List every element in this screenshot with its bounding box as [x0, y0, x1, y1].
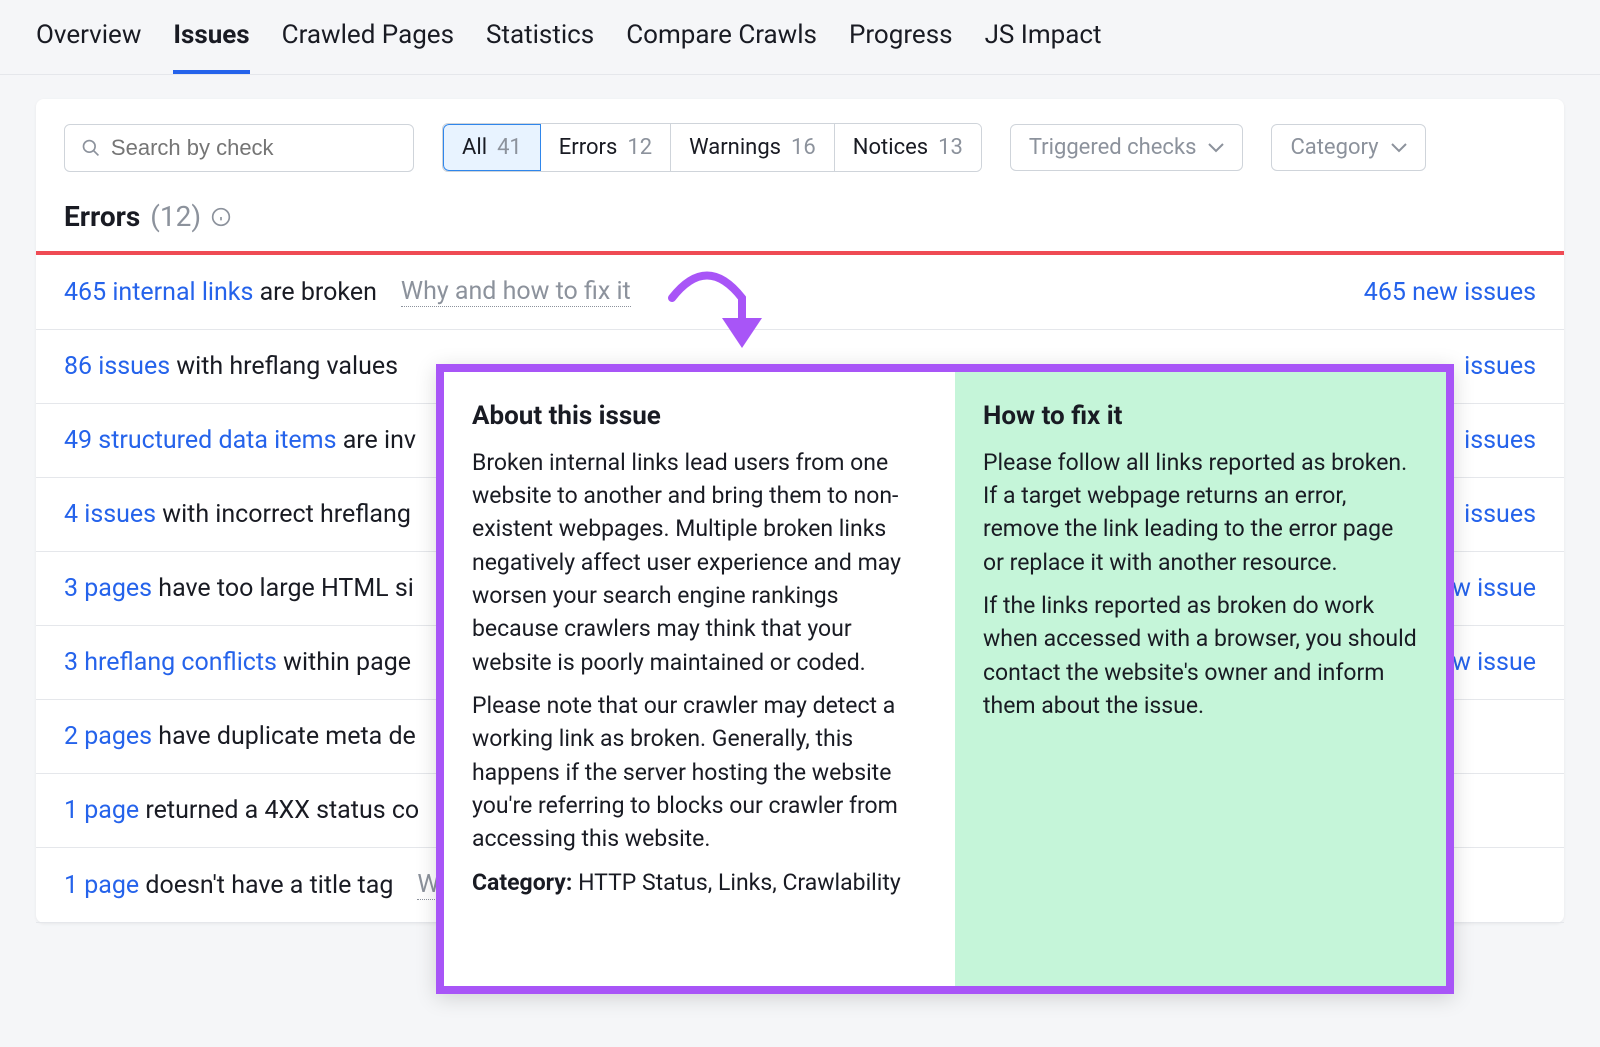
tab-overview[interactable]: Overview [36, 20, 141, 74]
filter-errors-count: 12 [627, 135, 652, 160]
filter-all-label: All [462, 135, 487, 160]
filter-errors[interactable]: Errors 12 [541, 124, 671, 171]
issue-link[interactable]: 3 hreflang conflicts [64, 648, 277, 677]
category-label: Category: [472, 869, 572, 896]
section-count: (12) [150, 200, 201, 233]
filter-notices-label: Notices [853, 135, 928, 160]
triggered-checks-dropdown[interactable]: Triggered checks [1010, 124, 1244, 171]
filter-all-count: 41 [497, 135, 522, 160]
issue-link[interactable]: 2 pages [64, 722, 152, 751]
issue-link[interactable]: 465 internal links [64, 278, 253, 307]
issue-description: 49 structured data items are inv [64, 426, 416, 455]
howtofix-title: How to fix it [983, 398, 1418, 436]
search-container [64, 124, 414, 172]
about-text-2: Please note that our crawler may detect … [472, 689, 927, 856]
filter-errors-label: Errors [559, 135, 618, 160]
issue-description: 4 issues with incorrect hreflang [64, 500, 411, 529]
category-value: HTTP Status, Links, Crawlability [572, 869, 900, 896]
about-text-1: Broken internal links lead users from on… [472, 446, 927, 679]
tab-crawled-pages[interactable]: Crawled Pages [282, 20, 454, 74]
filter-segmented: All 41 Errors 12 Warnings 16 Notices 13 [442, 123, 982, 172]
filter-warnings-label: Warnings [689, 135, 781, 160]
issue-tooltip: About this issue Broken internal links l… [436, 364, 1454, 994]
about-panel: About this issue Broken internal links l… [444, 372, 955, 986]
issue-description: 1 page returned a 4XX status co [64, 796, 419, 825]
search-input[interactable] [111, 135, 397, 161]
issue-text: are broken [253, 278, 377, 307]
issue-text: within page [277, 648, 411, 677]
issue-row-left: 465 internal links are broken Why and how… [64, 277, 1364, 307]
info-icon[interactable] [211, 207, 231, 227]
why-how-fix-link[interactable]: Why and how to fix it [401, 277, 631, 307]
issue-link[interactable]: 3 pages [64, 574, 152, 603]
category-dropdown-label: Category [1290, 135, 1378, 160]
issue-text: doesn't have a title tag [139, 871, 393, 900]
triggered-checks-label: Triggered checks [1029, 135, 1197, 160]
filter-warnings-count: 16 [791, 135, 816, 160]
issue-text: are inv [337, 426, 417, 455]
howtofix-text-2: If the links reported as broken do work … [983, 589, 1418, 722]
issue-description: 1 page doesn't have a title tag [64, 871, 393, 900]
search-icon [81, 137, 101, 159]
filter-warnings[interactable]: Warnings 16 [671, 124, 835, 171]
issue-description: 3 hreflang conflicts within page [64, 648, 411, 677]
issue-description: 3 pages have too large HTML si [64, 574, 414, 603]
howtofix-text-1: Please follow all links reported as brok… [983, 446, 1418, 579]
issue-row: 465 internal links are broken Why and how… [36, 255, 1564, 330]
about-title: About this issue [472, 398, 927, 436]
issue-text: with incorrect hreflang [156, 500, 411, 529]
issue-description: 86 issues with hreflang values [64, 352, 398, 381]
tab-statistics[interactable]: Statistics [486, 20, 594, 74]
new-issues-link[interactable]: issues [1464, 500, 1536, 529]
new-issues-link[interactable]: w issue [1452, 648, 1536, 677]
issue-description: 465 internal links are broken [64, 278, 377, 307]
issue-text: have too large HTML si [152, 574, 414, 603]
tab-js-impact[interactable]: JS Impact [985, 20, 1102, 74]
section-title-text: Errors [64, 200, 140, 233]
new-issues-link[interactable]: issues [1464, 426, 1536, 455]
issue-link[interactable]: 49 structured data items [64, 426, 337, 455]
filter-all[interactable]: All 41 [443, 124, 541, 171]
new-issues-link[interactable]: 465 new issues [1364, 278, 1536, 307]
issue-description: 2 pages have duplicate meta de [64, 722, 416, 751]
chevron-down-icon [1208, 143, 1224, 153]
issue-link[interactable]: 4 issues [64, 500, 156, 529]
tab-progress[interactable]: Progress [849, 20, 953, 74]
howtofix-panel: How to fix it Please follow all links re… [955, 372, 1446, 986]
new-issues-link[interactable]: w issue [1452, 574, 1536, 603]
filter-notices-count: 13 [938, 135, 963, 160]
section-title: Errors (12) [36, 200, 1564, 251]
new-issues-link[interactable]: issues [1464, 352, 1536, 381]
filter-notices[interactable]: Notices 13 [835, 124, 981, 171]
chevron-down-icon [1391, 143, 1407, 153]
tab-issues[interactable]: Issues [173, 20, 249, 74]
issue-link[interactable]: 86 issues [64, 352, 170, 381]
category-line: Category: HTTP Status, Links, Crawlabili… [472, 866, 927, 899]
issue-text: with hreflang values [170, 352, 398, 381]
issue-link[interactable]: 1 page [64, 796, 139, 825]
category-dropdown[interactable]: Category [1271, 124, 1425, 171]
main-tabs: Overview Issues Crawled Pages Statistics… [0, 0, 1600, 75]
tab-compare-crawls[interactable]: Compare Crawls [626, 20, 817, 74]
issue-link[interactable]: 1 page [64, 871, 139, 900]
issue-text: have duplicate meta de [152, 722, 416, 751]
issue-text: returned a 4XX status co [139, 796, 419, 825]
toolbar: All 41 Errors 12 Warnings 16 Notices 13 … [36, 123, 1564, 200]
